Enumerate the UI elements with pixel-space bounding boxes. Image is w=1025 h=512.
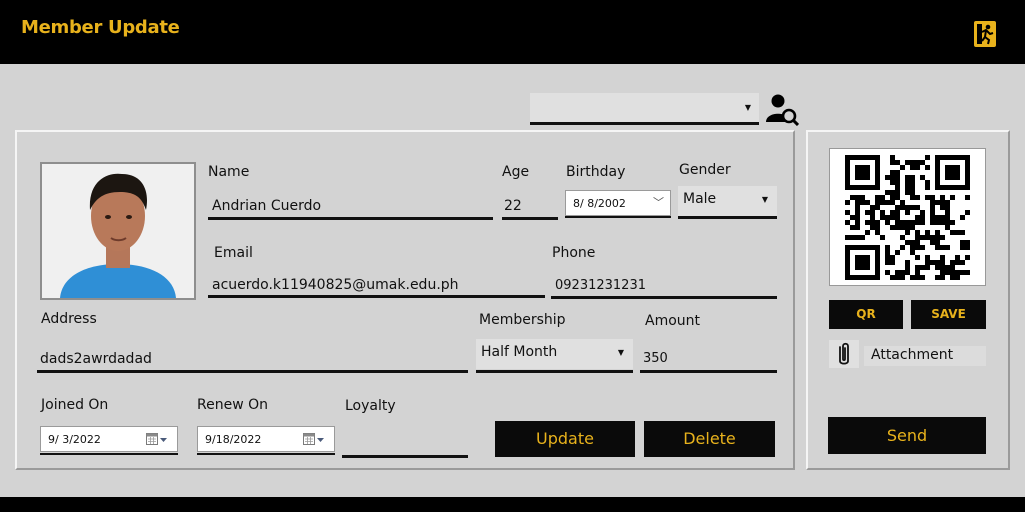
loyalty-underline	[342, 455, 468, 458]
amount-underline	[640, 370, 777, 373]
chevron-down-icon: ▼	[761, 195, 768, 204]
gender-underline	[678, 216, 777, 219]
loyalty-label: Loyalty	[345, 398, 396, 414]
gender-value: Male	[683, 191, 717, 207]
phone-underline	[551, 296, 777, 299]
attachment-button[interactable]	[829, 340, 859, 368]
email-label: Email	[214, 245, 253, 261]
amount-label: Amount	[645, 313, 701, 329]
address-field[interactable]: dads2awrdadad	[40, 351, 465, 367]
renew-on-underline	[197, 453, 335, 455]
user-search-icon[interactable]	[765, 92, 800, 127]
exit-run-icon	[977, 24, 994, 45]
birthday-value: 8/ 8/2002	[573, 197, 626, 210]
attachment-field[interactable]: Attachment	[864, 346, 986, 366]
birthday-date-picker[interactable]: 8/ 8/2002 ﹀	[565, 190, 671, 216]
member-search-combo[interactable]: ▼	[530, 93, 759, 125]
qr-code-box	[829, 148, 986, 286]
phone-field[interactable]: 09231231231	[555, 278, 775, 293]
name-underline	[208, 217, 493, 220]
exit-button[interactable]	[974, 21, 996, 47]
age-underline	[502, 217, 558, 220]
window-title: Member Update	[21, 17, 180, 38]
email-field[interactable]: acuerdo.k11940825@umak.edu.ph	[212, 277, 542, 293]
delete-button[interactable]: Delete	[644, 421, 775, 457]
membership-label: Membership	[479, 312, 566, 328]
bottom-bar	[0, 497, 1025, 512]
renew-on-date-picker[interactable]: 9/18/2022	[197, 426, 335, 452]
renew-on-value: 9/18/2022	[205, 433, 262, 446]
joined-on-underline	[40, 453, 178, 455]
qr-button[interactable]: QR	[829, 300, 903, 329]
calendar-icon	[146, 433, 167, 445]
joined-on-value: 9/ 3/2022	[48, 433, 101, 446]
renew-on-label: Renew On	[197, 397, 268, 413]
birthday-label: Birthday	[566, 164, 626, 180]
calendar-icon	[303, 433, 324, 445]
chevron-down-icon: ▼	[617, 348, 624, 357]
phone-label: Phone	[552, 245, 596, 261]
joined-on-date-picker[interactable]: 9/ 3/2022	[40, 426, 178, 452]
chevron-down-icon: ﹀	[653, 196, 664, 209]
gender-label: Gender	[679, 162, 731, 178]
age-field[interactable]: 22	[504, 198, 556, 214]
gender-select[interactable]: Male ▼	[678, 186, 777, 216]
membership-value: Half Month	[481, 344, 558, 360]
chevron-down-icon: ▼	[744, 103, 751, 112]
member-photo	[40, 162, 196, 300]
name-label: Name	[208, 164, 250, 180]
address-label: Address	[41, 311, 97, 327]
amount-field[interactable]: 350	[643, 351, 773, 366]
paperclip-icon	[839, 342, 849, 365]
name-field[interactable]: Andrian Cuerdo	[212, 198, 492, 214]
joined-on-label: Joined On	[41, 397, 109, 413]
membership-select[interactable]: Half Month ▼	[476, 339, 633, 369]
address-underline	[37, 370, 468, 373]
membership-underline	[476, 370, 633, 373]
birthday-underline	[565, 216, 671, 218]
email-underline	[208, 295, 545, 298]
title-bar: Member Update	[0, 0, 1025, 64]
qr-code-image	[845, 155, 970, 280]
update-button[interactable]: Update	[495, 421, 635, 457]
save-button[interactable]: SAVE	[911, 300, 986, 329]
send-button[interactable]: Send	[828, 417, 986, 454]
age-label: Age	[502, 164, 530, 180]
